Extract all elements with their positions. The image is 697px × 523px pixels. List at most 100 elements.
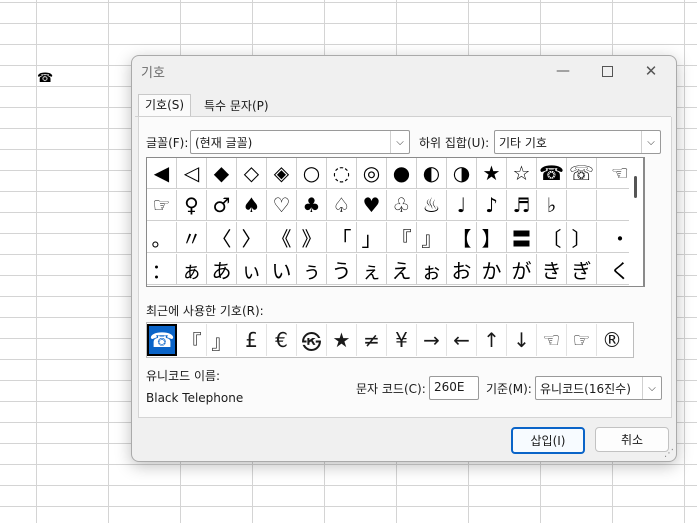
- symbol-cell[interactable]: ☞: [147, 190, 177, 221]
- symbol-cell[interactable]: ♭: [537, 190, 567, 221]
- recent-symbol-cell[interactable]: ¥: [387, 324, 417, 356]
- symbol-cell[interactable]: ぃ: [237, 254, 267, 285]
- symbol-cell[interactable]: 「: [327, 222, 357, 253]
- symbol-cell[interactable]: ♧: [387, 190, 417, 221]
- symbol-cell[interactable]: ◇: [237, 158, 267, 189]
- symbol-cell[interactable]: 〃: [177, 222, 207, 253]
- recent-symbol-cell[interactable]: 『: [177, 324, 207, 356]
- recent-symbol-cell[interactable]: ®: [597, 324, 627, 356]
- symbol-cell[interactable]: 〈: [207, 222, 237, 253]
- symbol-cell[interactable]: 】: [477, 222, 507, 253]
- symbol-cell[interactable]: 」: [357, 222, 387, 253]
- symbol-cell[interactable]: ◌: [327, 158, 357, 189]
- recent-symbol-cell[interactable]: ☞: [567, 324, 597, 356]
- symbol-cell[interactable]: ♬: [507, 190, 537, 221]
- symbol-cell[interactable]: か: [477, 254, 507, 285]
- recent-symbol-cell[interactable]: ≠: [357, 324, 387, 356]
- symbol-cell[interactable]: ♤: [327, 190, 357, 221]
- symbol-cell[interactable]: が: [507, 254, 537, 285]
- close-button[interactable]: ✕: [631, 58, 671, 84]
- scrollbar-thumb[interactable]: [634, 176, 637, 198]
- maximize-button[interactable]: [587, 58, 627, 84]
- symbol-cell[interactable]: ♣: [297, 190, 327, 221]
- recent-symbols-strip: ☎ 『 』 £ € ㉿ ★ ≠ ¥ → ← ↑ ↓ ☜ ☞ ®: [146, 322, 634, 358]
- symbol-grid-scrollbar[interactable]: [629, 157, 644, 287]
- symbol-cell[interactable]: ◁: [177, 158, 207, 189]
- recent-symbol-cell[interactable]: 』: [207, 324, 237, 356]
- symbol-cell[interactable]: 》: [297, 222, 327, 253]
- recent-symbol-cell[interactable]: ★: [327, 324, 357, 356]
- symbol-cell[interactable]: う: [327, 254, 357, 285]
- symbol-cell[interactable]: ◈: [267, 158, 297, 189]
- symbol-cell[interactable]: ♥: [357, 190, 387, 221]
- symbol-cell[interactable]: え: [387, 254, 417, 285]
- symbol-cell[interactable]: ぁ: [177, 254, 207, 285]
- symbol-cell[interactable]: ぅ: [297, 254, 327, 285]
- symbol-cell[interactable]: ぉ: [417, 254, 447, 285]
- symbol-cell[interactable]: ★: [477, 158, 507, 189]
- symbol-cell[interactable]: い: [267, 254, 297, 285]
- subset-select[interactable]: 기타 기호 ⌵: [494, 130, 661, 154]
- dialog-titlebar[interactable]: 기호 — ✕: [132, 56, 676, 86]
- symbol-cell[interactable]: ☎: [537, 158, 567, 189]
- cell-telephone-symbol[interactable]: ☎: [37, 71, 53, 86]
- symbol-cell[interactable]: 《: [267, 222, 297, 253]
- symbol-cell[interactable]: き: [537, 254, 567, 285]
- symbol-cell[interactable]: あ: [207, 254, 237, 285]
- recent-symbol-cell[interactable]: £: [237, 324, 267, 356]
- font-label: 글꼴(F):: [146, 136, 189, 150]
- recent-symbol-cell[interactable]: ↓: [507, 324, 537, 356]
- symbol-cell[interactable]: [567, 190, 597, 221]
- symbol-cell[interactable]: 『: [387, 222, 417, 253]
- recent-symbols-label: 최근에 사용한 기호(R):: [146, 304, 264, 318]
- tab-special-characters[interactable]: 특수 문자(P): [198, 96, 275, 116]
- symbol-cell[interactable]: 〕: [567, 222, 597, 253]
- minimize-button[interactable]: —: [543, 58, 583, 84]
- recent-symbol-cell[interactable]: ↑: [477, 324, 507, 356]
- symbol-cell[interactable]: ◐: [417, 158, 447, 189]
- cancel-button[interactable]: 취소: [595, 427, 669, 452]
- symbol-cell[interactable]: ●: [387, 158, 417, 189]
- symbol-cell[interactable]: ◆: [207, 158, 237, 189]
- symbol-cell[interactable]: ☏: [567, 158, 597, 189]
- symbol-cell[interactable]: ♪: [477, 190, 507, 221]
- symbol-cell[interactable]: ♡: [267, 190, 297, 221]
- symbol-cell[interactable]: お: [447, 254, 477, 285]
- symbol-cell[interactable]: 〉: [237, 222, 267, 253]
- symbol-grid[interactable]: ◀ ◁ ◆ ◇ ◈ ○ ◌ ◎ ● ◐ ◑ ★ ☆ ☎ ☏ ☜ ☞ ♀ ♂ ♠ …: [146, 157, 645, 287]
- symbol-cell[interactable]: ○: [297, 158, 327, 189]
- symbol-cell[interactable]: ぎ: [567, 254, 597, 285]
- recent-symbol-cell[interactable]: ←: [447, 324, 477, 356]
- symbol-cell[interactable]: 〓: [507, 222, 537, 253]
- symbol-cell[interactable]: ♀: [177, 190, 207, 221]
- chevron-down-icon: ⌵: [642, 377, 661, 399]
- tab-symbols[interactable]: 기호(S): [138, 94, 192, 117]
- recent-symbol-cell[interactable]: ☜: [537, 324, 567, 356]
- symbol-cell[interactable]: ♠: [237, 190, 267, 221]
- symbol-cell[interactable]: ◎: [357, 158, 387, 189]
- symbol-cell[interactable]: ♂: [207, 190, 237, 221]
- minimize-icon: —: [556, 63, 570, 79]
- symbol-cell[interactable]: 【: [447, 222, 477, 253]
- symbol-cell[interactable]: ♩: [447, 190, 477, 221]
- symbol-cell[interactable]: 〔: [537, 222, 567, 253]
- symbol-cell[interactable]: ◑: [447, 158, 477, 189]
- symbol-cell[interactable]: ：: [147, 254, 177, 285]
- resize-grip-icon[interactable]: ⋰: [664, 448, 674, 459]
- recent-symbol-cell[interactable]: ☎: [147, 324, 177, 356]
- symbol-cell[interactable]: 』: [417, 222, 447, 253]
- char-code-input[interactable]: 260E: [429, 376, 479, 400]
- symbol-cell[interactable]: ♨: [417, 190, 447, 221]
- font-select[interactable]: (현재 글꼴) ⌵: [190, 130, 410, 154]
- symbol-cell[interactable]: ☆: [507, 158, 537, 189]
- symbol-cell[interactable]: ◀: [147, 158, 177, 189]
- symbol-cell[interactable]: 。: [147, 222, 177, 253]
- recent-symbol-cell[interactable]: ㉿: [297, 324, 327, 356]
- recent-symbol-cell[interactable]: →: [417, 324, 447, 356]
- basis-select[interactable]: 유니코드(16진수) ⌵: [535, 376, 662, 400]
- char-code-value: 260E: [434, 380, 465, 394]
- subset-select-value: 기타 기호: [499, 136, 547, 150]
- insert-button[interactable]: 삽입(I): [511, 427, 585, 454]
- recent-symbol-cell[interactable]: €: [267, 324, 297, 356]
- symbol-cell[interactable]: ぇ: [357, 254, 387, 285]
